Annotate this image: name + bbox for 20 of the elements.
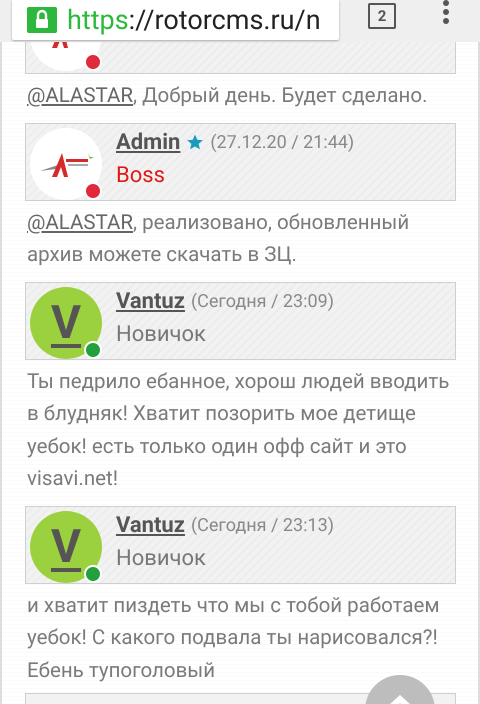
tab-count[interactable]: 2 <box>368 3 396 29</box>
user-rank: Новичок <box>116 546 207 570</box>
user-rank: Новичок <box>116 322 207 346</box>
mention-link[interactable]: @ALASTAR <box>27 210 134 234</box>
author-link[interactable]: Vantuz <box>116 512 185 538</box>
post-date: (Сегодня / 23:09) <box>190 290 334 312</box>
avatar-letter: V <box>50 524 82 570</box>
avatar-letter: V <box>50 300 82 346</box>
address-bar[interactable]: https://rotorcms.ru/n <box>12 0 339 40</box>
mention-link[interactable]: @ALASTAR <box>27 84 134 108</box>
user-rank: Boss <box>116 162 166 188</box>
message-text: Ты педрило ебанное, хорош людей вводить в блудняк! Хватит позорить мое детище уебок! есть только один офф сайт и это visavi.net! <box>27 368 450 493</box>
post-date: (27.12.20 / 21:44) <box>210 132 354 152</box>
message-text: и хватит пиздеть что мы с тобой работаем уебок! С какого подвала ты нарисовался?! Ебень тупоголовый <box>27 592 441 684</box>
author-link[interactable]: Admin <box>116 130 180 154</box>
message-text: @ALASTAR, реализовано, обновленный архив можете скачать в ЗЦ. <box>27 210 410 269</box>
url-text: https://rotorcms.ru/n <box>67 4 321 36</box>
post-date: (Сегодня / 23:13) <box>190 514 334 536</box>
author-link[interactable]: Vantuz <box>116 288 185 314</box>
message-text: @ALASTAR, Добрый день. Будет сделано. <box>27 83 428 110</box>
